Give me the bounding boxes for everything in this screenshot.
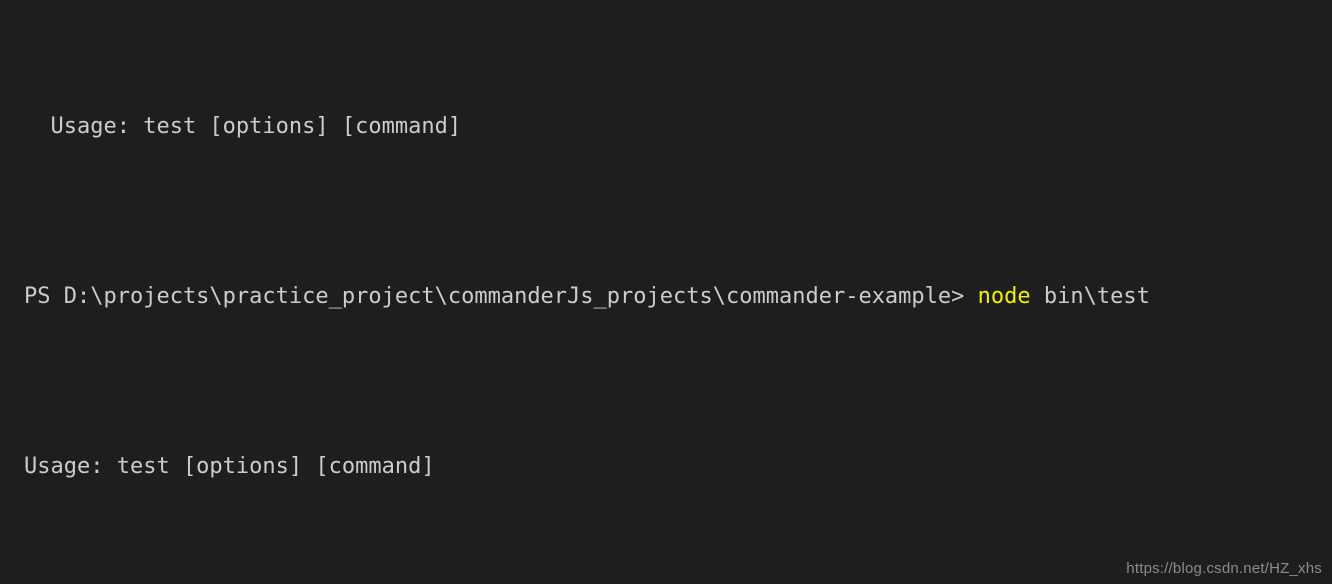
scrollback-partial-line: Usage: test [options] [command] bbox=[24, 114, 462, 139]
terminal-window[interactable]: Usage: test [options] [command] PS D:\pr… bbox=[0, 0, 1332, 584]
watermark: https://blog.csdn.net/HZ_xhs bbox=[1126, 560, 1322, 577]
prompt-line[interactable]: PS D:\projects\practice_project\commande… bbox=[24, 280, 1332, 314]
console-output: Usage: test [options] [command] PS D:\pr… bbox=[24, 0, 1332, 584]
prompt-arguments: bin\test bbox=[1030, 284, 1150, 309]
usage-line: Usage: test [options] [command] bbox=[24, 454, 435, 479]
prompt-command: node bbox=[977, 284, 1031, 309]
prompt-path: PS D:\projects\practice_project\commande… bbox=[24, 284, 978, 309]
